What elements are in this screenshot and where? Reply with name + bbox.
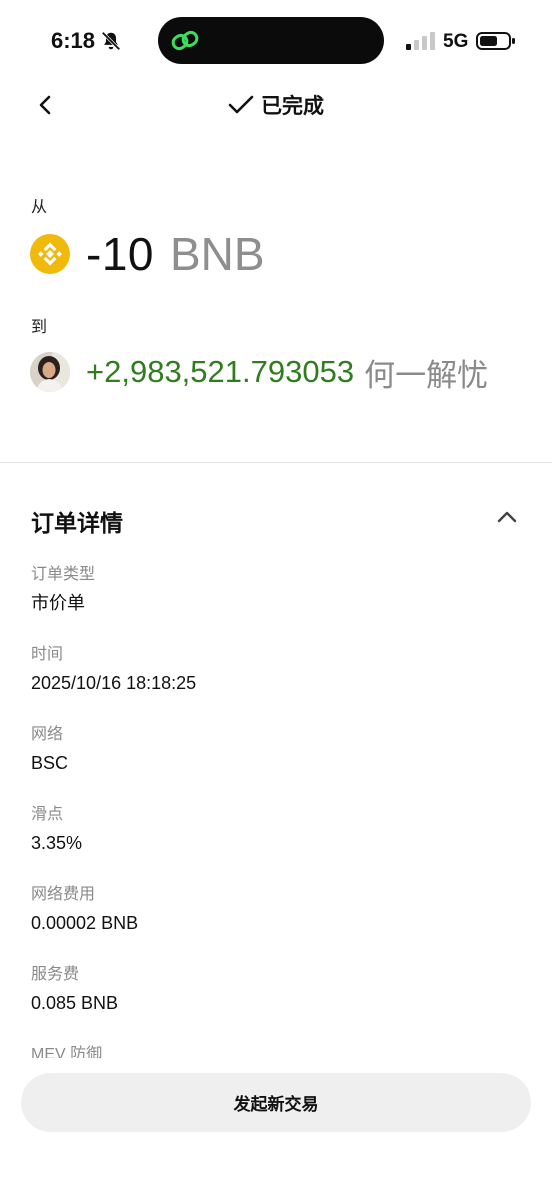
detail-label: 时间 (31, 646, 64, 663)
battery-icon (476, 32, 515, 50)
detail-value: 2025/10/16 18:18:25 (31, 673, 197, 693)
detail-value: BSC (31, 753, 69, 773)
detail-label: 订单类型 (31, 566, 96, 583)
new-trade-button[interactable]: 发起新交易 (21, 1073, 531, 1132)
from-unit: BNB (169, 228, 265, 280)
detail-time: 时间 2025/10/16 18:18:25 (31, 643, 521, 723)
to-amount: +2,983,521.793053 (86, 354, 355, 389)
detail-value: 市价单 (31, 593, 85, 613)
network-type: 5G (443, 31, 469, 52)
detail-network: 网络 BSC (31, 723, 521, 803)
section-divider (0, 462, 552, 463)
from-amount: -10 (86, 228, 154, 280)
detail-mev-protection-label: MEV 防御 (31, 1046, 103, 1060)
status-text: 已完成 (261, 95, 324, 118)
checkmark-icon (228, 95, 254, 114)
detail-label: 网络 (31, 726, 64, 743)
chevron-up-icon[interactable] (496, 508, 518, 526)
dynamic-island (158, 17, 384, 64)
detail-value: 0.00002 BNB (31, 913, 139, 933)
order-status-header: 已完成 (0, 90, 552, 120)
detail-order-type: 订单类型 市价单 (31, 563, 521, 643)
bell-muted-icon (101, 31, 121, 51)
to-row: +2,983,521.793053 何一解忧 (30, 348, 488, 396)
detail-service-fee: 服务费 0.085 BNB (31, 963, 521, 1043)
to-label: 到 (31, 319, 48, 336)
detail-network-fee: 网络费用 0.00002 BNB (31, 883, 521, 963)
link-chain-icon (171, 30, 199, 51)
detail-label: 服务费 (31, 966, 80, 983)
to-unit: 何一解忧 (364, 357, 489, 393)
signal-icon (406, 32, 435, 50)
from-row: -10 BNB (30, 226, 265, 282)
token-avatar (30, 352, 70, 392)
detail-value: 0.085 BNB (31, 993, 119, 1013)
detail-label: 滑点 (31, 806, 64, 823)
status-bar: 6:18 5G (0, 0, 552, 80)
bnb-coin-icon (30, 234, 70, 274)
detail-slippage: 滑点 3.35% (31, 803, 521, 883)
detail-value: 3.35% (31, 833, 83, 853)
detail-label: 网络费用 (31, 886, 96, 903)
status-time: 6:18 (51, 28, 96, 53)
order-details-list: 订单类型 市价单 时间 2025/10/16 18:18:25 网络 BSC 滑… (31, 563, 521, 1043)
from-label: 从 (31, 199, 48, 216)
order-details-title: 订单详情 (31, 510, 123, 536)
